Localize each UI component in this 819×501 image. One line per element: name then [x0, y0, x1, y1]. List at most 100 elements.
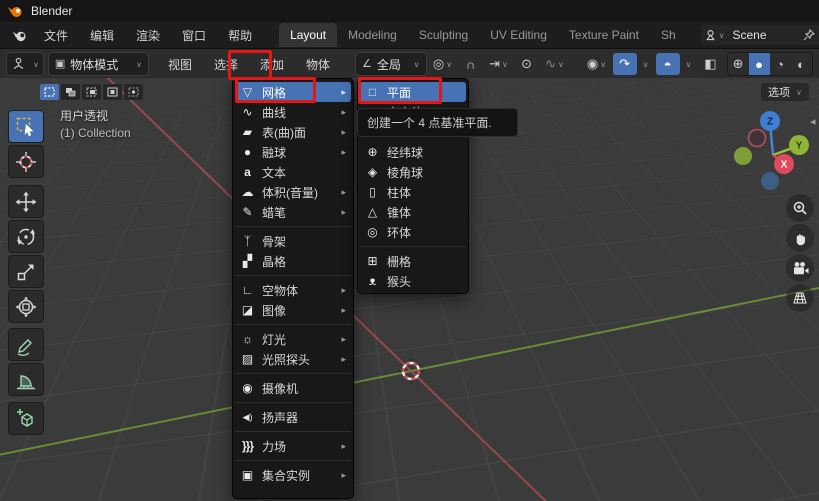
volume-icon: ☁ [240, 186, 255, 198]
pin-icon[interactable] [800, 26, 818, 44]
menu-object[interactable]: 物体 [297, 52, 339, 77]
submenu-item-cylinder[interactable]: ▯ 柱体 [358, 182, 468, 202]
armature-icon: ᛉ [240, 235, 255, 247]
menu-item-force-field[interactable]: }}} 力场 ▸ [233, 436, 353, 456]
menu-item-armature[interactable]: ᛉ 骨架 [233, 231, 353, 251]
tab-uv-editing[interactable]: UV Editing [479, 23, 558, 47]
tab-modeling[interactable]: Modeling [337, 23, 408, 47]
mode-dropdown[interactable]: ▣ 物体模式 ∨ [48, 52, 149, 76]
pivot-point-button[interactable]: ◎ ∨ [431, 53, 455, 75]
tab-shading[interactable]: Sh [650, 23, 687, 47]
menu-item-image[interactable]: ◪ 图像 ▸ [233, 300, 353, 320]
submenu-item-monkey[interactable]: ᴥ 猴头 [358, 271, 468, 291]
perspective-toggle-button[interactable] [786, 284, 814, 312]
menu-file[interactable]: 文件 [33, 24, 79, 47]
submenu-item-uv-sphere[interactable]: ⊕ 经纬球 [358, 142, 468, 162]
menu-item-camera[interactable]: ◉ 摄像机 [233, 378, 353, 398]
select-mode-extend[interactable] [61, 84, 80, 100]
xray-toggle-button[interactable]: ◧ [699, 53, 723, 75]
navigation-gizmo[interactable]: Z Y X [733, 103, 819, 195]
collection-label: (1) Collection [60, 126, 131, 140]
tab-texture-paint[interactable]: Texture Paint [558, 23, 650, 47]
menu-item-speaker[interactable]: ◀) 扬声器 [233, 407, 353, 427]
viewport-3d[interactable]: 用户透视 (1) Collection [0, 78, 819, 501]
shading-rendered-button[interactable]: ◐ [791, 53, 812, 75]
tab-layout[interactable]: Layout [279, 23, 337, 47]
menu-window[interactable]: 窗口 [171, 24, 217, 47]
shading-dropdown-button[interactable]: ∨ [812, 53, 813, 75]
tool-measure[interactable] [8, 363, 44, 396]
shading-material-button[interactable]: ◔ [770, 53, 791, 75]
show-gizmo-button[interactable]: ↷ [613, 53, 637, 75]
menu-item-text[interactable]: a 文本 [233, 162, 353, 182]
pan-button[interactable] [786, 224, 814, 252]
menu-item-volume[interactable]: ☁ 体积(音量) ▸ [233, 182, 353, 202]
sidebar-toggle-icon[interactable]: ◂ [810, 115, 816, 128]
menu-item-metaball[interactable]: ● 融球 ▸ [233, 142, 353, 162]
menu-item-light[interactable]: ☼ 灯光 ▸ [233, 329, 353, 349]
options-dropdown[interactable]: 选项 ∨ [761, 83, 809, 101]
select-mode-subtract[interactable] [82, 84, 101, 100]
shading-solid-button[interactable]: ● [749, 53, 770, 75]
chevron-down-icon: ∨ [600, 60, 606, 69]
workspace-tabs: Layout Modeling Sculpting UV Editing Tex… [279, 22, 687, 48]
tool-rotate[interactable] [8, 220, 44, 253]
submenu-arrow-icon: ▸ [341, 87, 346, 98]
tool-cursor[interactable] [8, 145, 44, 178]
menu-item-curve[interactable]: ∿ 曲线 ▸ [233, 102, 353, 122]
snap-toggle-button[interactable]: ∩ [459, 53, 483, 75]
submenu-item-cone[interactable]: △ 锥体 [358, 202, 468, 222]
overlays-dropdown-button[interactable]: ∨ [681, 53, 695, 75]
scene-name-field[interactable]: Scene [726, 28, 798, 42]
tool-transform[interactable] [8, 290, 44, 323]
menu-item-collection-instance[interactable]: ▣ 集合实例 ▸ [233, 465, 353, 485]
shading-wireframe-button[interactable]: ⊕ [728, 53, 749, 75]
add-cube-icon [15, 408, 37, 430]
tool-add-cube[interactable] [8, 402, 44, 435]
tool-annotate[interactable] [8, 328, 44, 361]
tool-move[interactable] [8, 185, 44, 218]
orientation-dropdown[interactable]: ∠ 全局 ∨ [355, 52, 426, 76]
menu-help[interactable]: 帮助 [217, 24, 263, 47]
submenu-item-torus[interactable]: ◎ 环体 [358, 222, 468, 242]
submenu-arrow-icon: ▸ [341, 187, 346, 198]
object-mode-icon: ▣ [55, 59, 65, 70]
light-icon: ☼ [240, 333, 255, 345]
menu-separator [235, 460, 351, 461]
submenu-arrow-icon: ▸ [341, 207, 346, 218]
menu-item-grease-pencil[interactable]: ✎ 蜡笔 ▸ [233, 202, 353, 222]
editor-type-button[interactable]: ∨ [6, 52, 44, 76]
proportional-edit-button[interactable]: ⊙ [515, 53, 539, 75]
submenu-item-grid[interactable]: ⊞ 栅格 [358, 251, 468, 271]
menu-view[interactable]: 视图 [159, 52, 201, 77]
select-mode-intersect[interactable] [124, 84, 143, 100]
select-mode-new[interactable] [40, 84, 59, 100]
blender-menu-icon[interactable] [6, 29, 33, 42]
tab-sculpting[interactable]: Sculpting [408, 23, 479, 47]
menu-item-lattice[interactable]: ▞ 晶格 [233, 251, 353, 271]
falloff-curve-icon: ∿ [545, 56, 556, 72]
select-mode-invert[interactable] [103, 84, 122, 100]
menu-item-light-probe[interactable]: ▨ 光照探头 ▸ [233, 349, 353, 369]
add-menu: ▽ 网格 ▸ ∿ 曲线 ▸ ▰ 表(曲)面 ▸ ● 融球 ▸ a 文本 ☁ 体积… [232, 78, 354, 499]
visibility-filter-button[interactable]: ◉ ∨ [585, 53, 609, 75]
menu-item-empty[interactable]: ∟ 空物体 ▸ [233, 280, 353, 300]
tool-scale[interactable] [8, 255, 44, 288]
chevron-down-icon: ∨ [33, 60, 39, 69]
show-overlays-button[interactable]: ◓ [656, 53, 680, 75]
menu-separator [360, 246, 466, 247]
surface-icon: ▰ [240, 126, 255, 138]
menu-render[interactable]: 渲染 [125, 24, 171, 47]
gizmo-dropdown-button[interactable]: ∨ [638, 53, 652, 75]
tool-select-box[interactable] [8, 110, 44, 143]
chevron-down-icon: ∨ [136, 60, 142, 69]
submenu-arrow-icon: ▸ [341, 305, 346, 316]
camera-view-button[interactable] [786, 254, 814, 282]
menu-item-surface[interactable]: ▰ 表(曲)面 ▸ [233, 122, 353, 142]
snap-target-button[interactable]: ⇥ ∨ [487, 53, 511, 75]
submenu-item-ico-sphere[interactable]: ◈ 棱角球 [358, 162, 468, 182]
scene-browse-button[interactable]: ∨ [704, 26, 725, 44]
menu-edit[interactable]: 编辑 [79, 24, 125, 47]
zoom-button[interactable] [786, 194, 814, 222]
falloff-button[interactable]: ∿ ∨ [543, 53, 567, 75]
